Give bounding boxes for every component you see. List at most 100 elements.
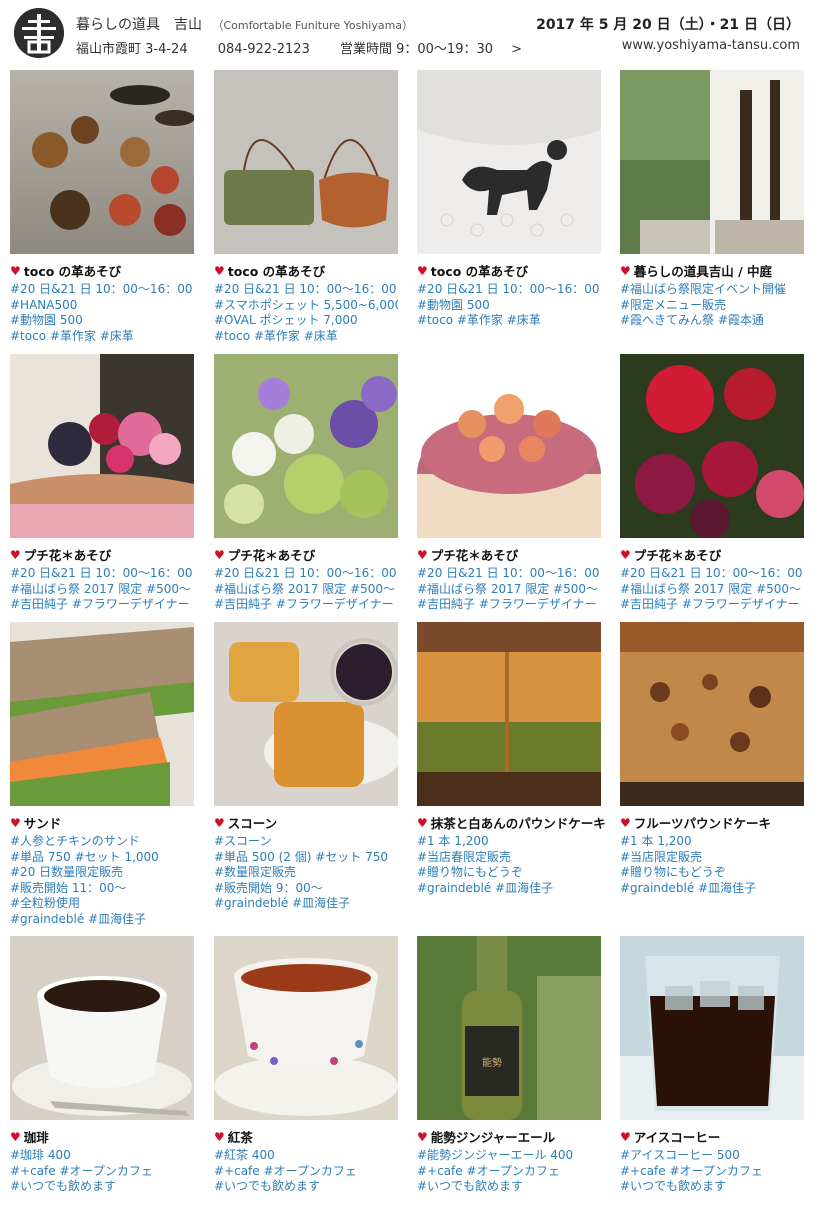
hashtag-line[interactable]: #単品 750 #セット 1,000 [10, 850, 194, 866]
leather-craft-photo[interactable] [10, 70, 194, 254]
heart-icon[interactable]: ♥ [417, 1130, 428, 1144]
phone[interactable]: 084-922-2123 [218, 42, 310, 57]
ginger-ale-photo[interactable]: 能勢 [417, 936, 601, 1120]
hashtag-line[interactable]: #いつでも飲めます [417, 1179, 601, 1195]
hashtag-line[interactable]: #20 日数量限定販売 [10, 865, 194, 881]
hashtag-line[interactable]: #吉田純子 #フラワーデザイナー [417, 597, 601, 613]
hashtag-line[interactable]: #当店春限定販売 [417, 850, 601, 866]
hashtag-line[interactable]: #+cafe #オープンカフェ [214, 1164, 398, 1180]
chevron-right-icon[interactable]: > [511, 42, 522, 57]
hashtag-line[interactable]: #toco #革作家 #床革 [214, 329, 398, 345]
heart-icon[interactable]: ♥ [10, 1130, 21, 1144]
tea-photo[interactable] [214, 936, 398, 1120]
courtyard-photo[interactable] [620, 70, 804, 254]
hashtag-line[interactable]: #数量限定販売 [214, 865, 398, 881]
scone-photo[interactable] [214, 622, 398, 806]
poodle-brooch-photo[interactable] [417, 70, 601, 254]
hashtag-line[interactable]: #吉田純子 #フラワーデザイナー [214, 597, 398, 613]
hashtag-line[interactable]: #限定メニュー販売 [620, 298, 804, 314]
hashtag-line[interactable]: #1 本 1,200 [417, 834, 601, 850]
hashtag-line[interactable]: #動物園 500 [417, 298, 601, 314]
hashtag-line[interactable]: #+cafe #オープンカフェ [417, 1164, 601, 1180]
hashtag-line[interactable]: #スコーン [214, 834, 398, 850]
hashtag-line[interactable]: #+cafe #オープンカフェ [620, 1164, 804, 1180]
flower-cake-photo[interactable] [417, 354, 601, 538]
hashtag-line[interactable]: #福山ばら祭限定イベント開催 [620, 282, 804, 298]
product-card[interactable]: ♥ toco の革あそび #20 日&21 日 10：00〜16：00 #スマホポシェ… [214, 70, 398, 344]
hashtag-line[interactable]: #贈り物にもどうぞ [620, 865, 804, 881]
product-card[interactable]: ♥ プチ花＊あそび #20 日&21 日 10：00〜16：00 #福山ばら祭 201… [214, 354, 398, 613]
hashtag-line[interactable]: #20 日&21 日 10：00〜16：00 [10, 566, 194, 582]
flower-arrangement-photo-1[interactable] [10, 354, 194, 538]
hashtag-line[interactable]: #当店限定販売 [620, 850, 804, 866]
iced-coffee-photo[interactable] [620, 936, 804, 1120]
red-flowers-photo[interactable] [620, 354, 804, 538]
heart-icon[interactable]: ♥ [10, 264, 21, 278]
product-card[interactable]: ♥ フルーツパウンドケーキ #1 本 1,200 #当店限定販売 #贈り物にもどうぞ #g… [620, 622, 804, 896]
hashtag-line[interactable]: #HANA500 [10, 298, 194, 314]
hashtag-line[interactable]: #20 日&21 日 10：00〜16：00 [417, 566, 601, 582]
heart-icon[interactable]: ♥ [10, 548, 21, 562]
heart-icon[interactable]: ♥ [620, 1130, 631, 1144]
hashtag-line[interactable]: #graindeblé #皿海佳子 [214, 896, 398, 912]
product-card[interactable]: ♥ プチ花＊あそび #20 日&21 日 10：00〜16：00 #福山ばら祭 201… [620, 354, 804, 613]
product-card[interactable]: ♥ toco の革あそび #20 日&21 日 10：00〜16：00 #動物園 50… [417, 70, 601, 329]
hashtag-line[interactable]: #珈琲 400 [10, 1148, 194, 1164]
heart-icon[interactable]: ♥ [214, 816, 225, 830]
hashtag-line[interactable]: #福山ばら祭 2017 限定 #500〜 [10, 582, 194, 598]
heart-icon[interactable]: ♥ [417, 816, 428, 830]
hashtag-line[interactable]: #いつでも飲めます [214, 1179, 398, 1195]
coffee-photo[interactable] [10, 936, 194, 1120]
matcha-pound-cake-photo[interactable] [417, 622, 601, 806]
hashtag-line[interactable]: #20 日&21 日 10：00〜16：00 [417, 282, 601, 298]
hashtag-line[interactable]: #graindeblé #皿海佳子 [417, 881, 601, 897]
flower-arrangement-photo-2[interactable] [214, 354, 398, 538]
product-card[interactable]: ♥ 紅茶 #紅茶 400 #+cafe #オープンカフェ #いつでも飲めます [214, 936, 398, 1195]
hashtag-line[interactable]: #福山ばら祭 2017 限定 #500〜 [214, 582, 398, 598]
hashtag-line[interactable]: #福山ばら祭 2017 限定 #500〜 [620, 582, 804, 598]
hashtag-line[interactable]: #販売開始 9：00〜 [214, 881, 398, 897]
hashtag-line[interactable]: #20 日&21 日 10：00〜16：00 [214, 282, 398, 298]
product-card[interactable]: ♥ サンド #人参とチキンのサンド #単品 750 #セット 1,000 #20 日数量… [10, 622, 194, 927]
hashtag-line[interactable]: #20 日&21 日 10：00〜16：00 [10, 282, 194, 298]
hashtag-line[interactable]: #toco #革作家 #床革 [10, 329, 194, 345]
hashtag-line[interactable]: #いつでも飲めます [620, 1179, 804, 1195]
product-card[interactable]: 能勢 ♥ 能勢ジンジャーエール #能勢ジンジャーエール 400 #+cafe #オープン… [417, 936, 601, 1195]
hashtag-line[interactable]: #スマホポシェット 5,500~6,000 [214, 298, 398, 314]
hashtag-line[interactable]: #graindeblé #皿海佳子 [10, 912, 194, 928]
fruit-pound-cake-photo[interactable] [620, 622, 804, 806]
hashtag-line[interactable]: #単品 500 (2 個) #セット 750 [214, 850, 398, 866]
product-card[interactable]: ♥ スコーン #スコーン #単品 500 (2 個) #セット 750 #数量限定販売 #… [214, 622, 398, 912]
website-link[interactable]: www.yoshiyama-tansu.com [622, 38, 800, 53]
sandwich-photo[interactable] [10, 622, 194, 806]
hashtag-line[interactable]: #graindeblé #皿海佳子 [620, 881, 804, 897]
hashtag-line[interactable]: #贈り物にもどうぞ [417, 865, 601, 881]
product-card[interactable]: ♥ プチ花＊あそび #20 日&21 日 10：00〜16：00 #福山ばら祭 201… [417, 354, 601, 613]
hashtag-line[interactable]: #20 日&21 日 10：00〜16：00 [620, 566, 804, 582]
hashtag-line[interactable]: #人参とチキンのサンド [10, 834, 194, 850]
hashtag-line[interactable]: #吉田純子 #フラワーデザイナー [10, 597, 194, 613]
hashtag-line[interactable]: #20 日&21 日 10：00〜16：00 [214, 566, 398, 582]
heart-icon[interactable]: ♥ [620, 264, 631, 278]
heart-icon[interactable]: ♥ [620, 548, 631, 562]
hashtag-line[interactable]: #福山ばら祭 2017 限定 #500〜 [417, 582, 601, 598]
heart-icon[interactable]: ♥ [214, 1130, 225, 1144]
heart-icon[interactable]: ♥ [620, 816, 631, 830]
product-card[interactable]: ♥ 抹茶と白あんのパウンドケーキ #1 本 1,200 #当店春限定販売 #贈り物にもど… [417, 622, 606, 897]
hashtag-line[interactable]: #動物園 500 [10, 313, 194, 329]
hashtag-line[interactable]: #紅茶 400 [214, 1148, 398, 1164]
heart-icon[interactable]: ♥ [214, 548, 225, 562]
heart-icon[interactable]: ♥ [10, 816, 21, 830]
hashtag-line[interactable]: #アイスコーヒー 500 [620, 1148, 804, 1164]
hashtag-line[interactable]: #能勢ジンジャーエール 400 [417, 1148, 601, 1164]
heart-icon[interactable]: ♥ [214, 264, 225, 278]
hashtag-line[interactable]: #吉田純子 #フラワーデザイナー [620, 597, 804, 613]
hashtag-line[interactable]: #霞へきてみん祭 #霞本通 [620, 313, 804, 329]
product-card[interactable]: ♥ 暮らしの道具吉山 / 中庭 #福山ばら祭限定イベント開催 #限定メニュー販売 #霞へ… [620, 70, 804, 329]
hashtag-line[interactable]: #OVAL ポシェット 7,000 [214, 313, 398, 329]
leather-bags-photo[interactable] [214, 70, 398, 254]
hashtag-line[interactable]: #販売開始 11：00〜 [10, 881, 194, 897]
heart-icon[interactable]: ♥ [417, 548, 428, 562]
hashtag-line[interactable]: #1 本 1,200 [620, 834, 804, 850]
hashtag-line[interactable]: #いつでも飲めます [10, 1179, 194, 1195]
